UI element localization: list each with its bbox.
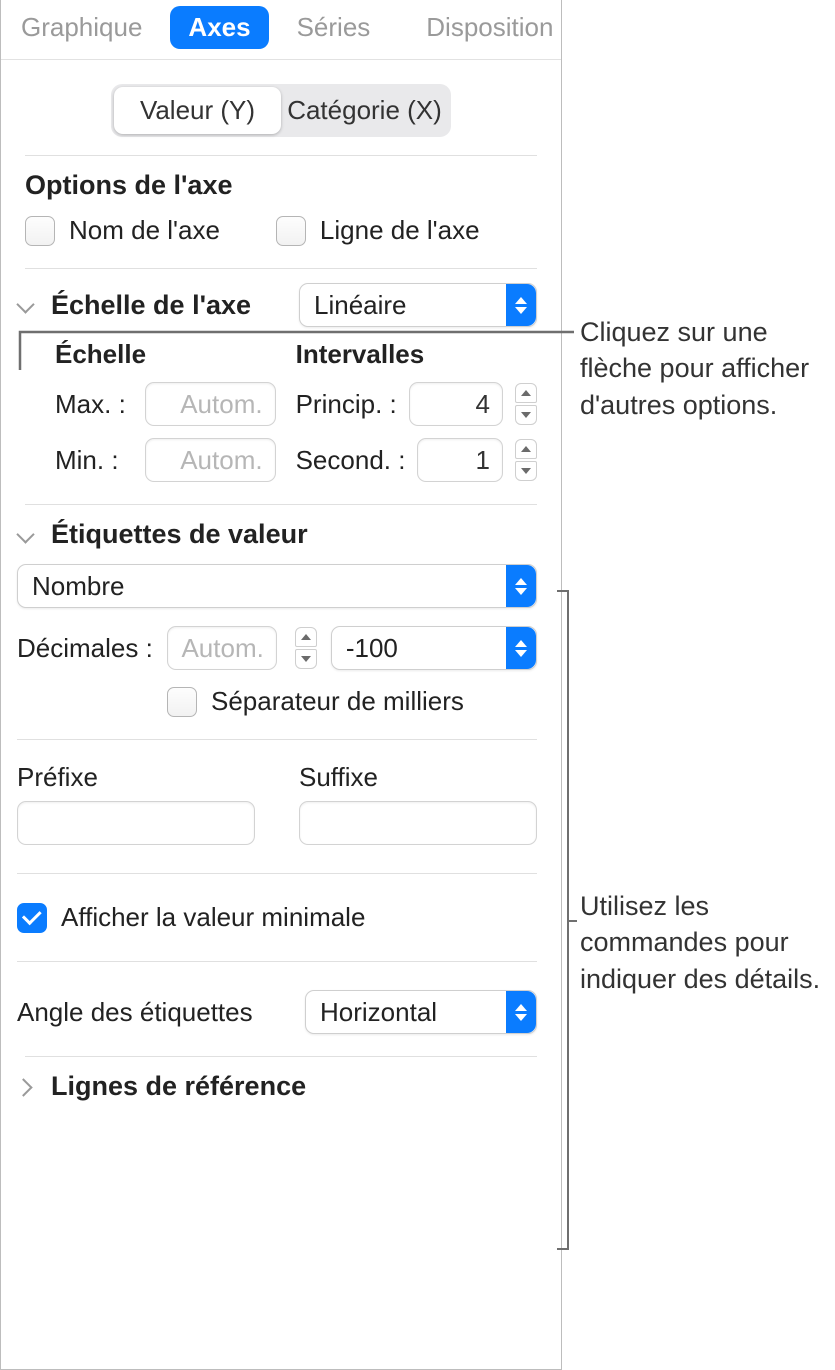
main-tab-bar: Graphique Axes Séries Disposition <box>1 0 561 60</box>
popup-axis-scale-type[interactable]: Linéaire <box>299 283 537 327</box>
section-axis-options: Options de l'axe Nom de l'axe Ligne de l… <box>1 156 561 268</box>
annotation-area: Cliquez sur une flèche pour afficher d'a… <box>562 0 835 1370</box>
input-decimals[interactable]: Autom. <box>167 626 277 670</box>
axis-segmented-control[interactable]: Valeur (Y) Catégorie (X) <box>111 84 451 137</box>
stepper-down-icon[interactable] <box>295 649 317 669</box>
label-minor: Second. : <box>296 445 406 476</box>
checkbox-icon <box>276 216 306 246</box>
updown-arrows-icon <box>506 627 536 669</box>
axis-options-title: Options de l'axe <box>25 170 537 201</box>
label-suffix: Suffixe <box>299 762 537 793</box>
popup-value: -100 <box>346 633 398 664</box>
label-angle: Angle des étiquettes <box>17 997 253 1028</box>
group-prefix: Préfixe <box>17 762 255 845</box>
disclosure-value-labels[interactable]: Étiquettes de valeur <box>17 519 537 550</box>
stepper-up-icon[interactable] <box>295 627 317 647</box>
label-prefix: Préfixe <box>17 762 255 793</box>
checkbox-label: Ligne de l'axe <box>320 215 480 246</box>
stepper-down-icon[interactable] <box>515 461 537 481</box>
tab-axes[interactable]: Axes <box>170 6 268 49</box>
callout-bracket <box>557 590 569 1250</box>
stepper-up-icon[interactable] <box>515 439 537 459</box>
chevron-down-icon <box>17 526 35 544</box>
reference-lines-title: Lignes de référence <box>51 1071 306 1102</box>
format-inspector-panel: Graphique Axes Séries Disposition Valeur… <box>0 0 562 1370</box>
updown-arrows-icon <box>506 565 536 607</box>
label-max: Max. : <box>55 389 137 420</box>
group-suffix: Suffixe <box>299 762 537 845</box>
updown-arrows-icon <box>506 991 536 1033</box>
callout-text-top: Cliquez sur une flèche pour afficher d'a… <box>580 314 825 423</box>
callout-text-mid: Utilisez les commandes pour indiquer des… <box>580 888 825 997</box>
stepper-down-icon[interactable] <box>515 405 537 425</box>
tab-series[interactable]: Séries <box>287 8 381 47</box>
disclosure-reference-lines[interactable]: Lignes de référence <box>17 1071 537 1102</box>
label-min: Min. : <box>55 445 137 476</box>
label-major: Princip. : <box>296 389 397 420</box>
tab-graphique[interactable]: Graphique <box>11 8 152 47</box>
popup-value-label-format[interactable]: Nombre <box>17 564 537 608</box>
checkbox-icon <box>25 216 55 246</box>
checkbox-axis-line[interactable]: Ligne de l'axe <box>276 215 480 246</box>
checkbox-thousands-separator[interactable]: Séparateur de milliers <box>167 686 537 717</box>
chevron-down-icon <box>17 296 35 314</box>
popup-value: Nombre <box>32 571 124 602</box>
updown-arrows-icon <box>506 284 536 326</box>
disclosure-axis-scale[interactable]: Échelle de l'axe <box>17 290 251 321</box>
checkbox-show-min-value[interactable]: Afficher la valeur minimale <box>17 902 537 933</box>
input-suffix[interactable] <box>299 801 537 845</box>
checkbox-icon <box>167 687 197 717</box>
stepper-minor[interactable] <box>515 439 537 481</box>
value-labels-title: Étiquettes de valeur <box>51 519 308 550</box>
tab-disposition[interactable]: Disposition <box>416 8 563 47</box>
label-decimals: Décimales : <box>17 633 153 664</box>
input-scale-min[interactable]: Autom. <box>145 438 276 482</box>
popup-value: Linéaire <box>314 290 407 321</box>
checkbox-label: Nom de l'axe <box>69 215 220 246</box>
segment-category-x[interactable]: Catégorie (X) <box>281 87 448 134</box>
input-interval-minor[interactable]: 1 <box>417 438 503 482</box>
checkbox-label: Afficher la valeur minimale <box>61 902 365 933</box>
callout-leader-top <box>16 330 580 390</box>
popup-value: Horizontal <box>320 997 437 1028</box>
chevron-right-icon <box>17 1078 35 1096</box>
section-reference-lines: Lignes de référence <box>1 1057 561 1132</box>
checkbox-axis-name[interactable]: Nom de l'axe <box>25 215 220 246</box>
callout-leader-mid <box>569 920 577 922</box>
popup-label-angle[interactable]: Horizontal <box>305 990 537 1034</box>
stepper-decimals[interactable] <box>295 627 317 669</box>
segment-value-y[interactable]: Valeur (Y) <box>114 87 281 134</box>
section-value-labels: Étiquettes de valeur Nombre Décimales : … <box>1 505 561 1056</box>
checkbox-label: Séparateur de milliers <box>211 686 464 717</box>
checkbox-checked-icon <box>17 903 47 933</box>
input-prefix[interactable] <box>17 801 255 845</box>
popup-negative-format[interactable]: -100 <box>331 626 537 670</box>
axis-scale-title: Échelle de l'axe <box>51 290 251 321</box>
